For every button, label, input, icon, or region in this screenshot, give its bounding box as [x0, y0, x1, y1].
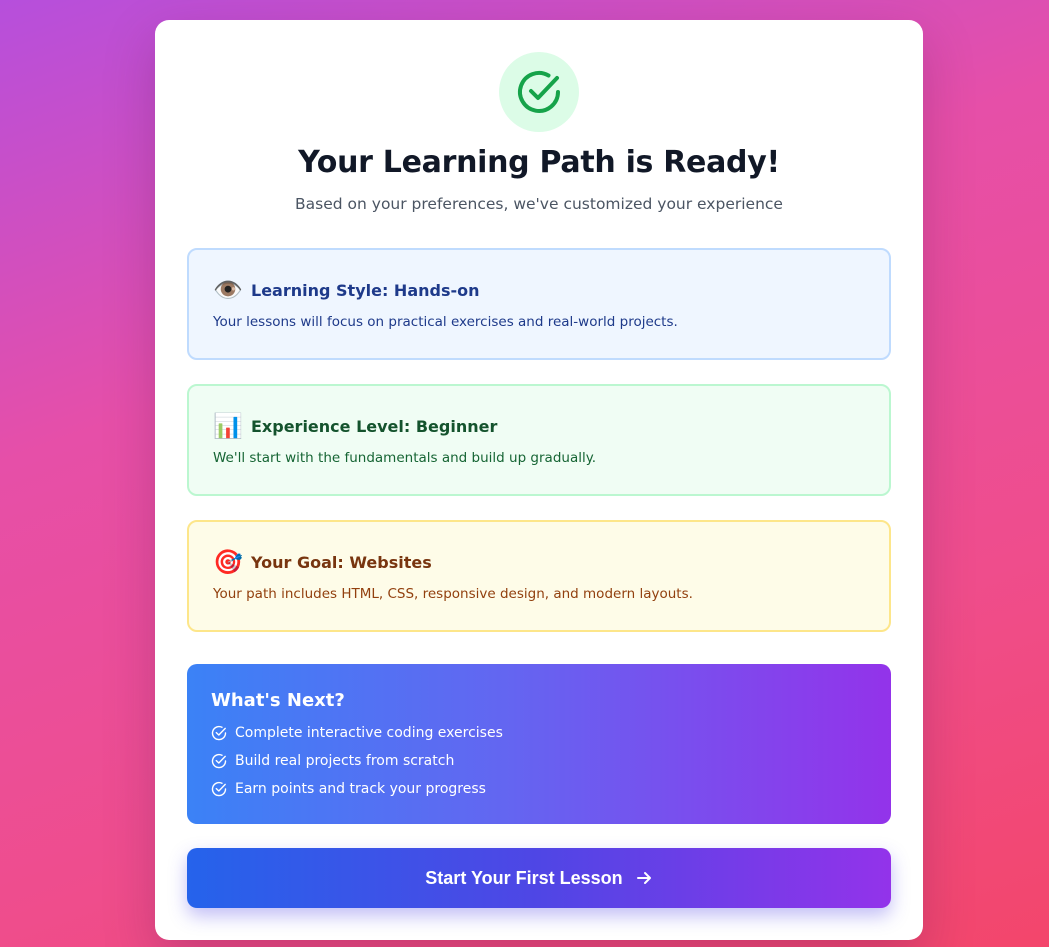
whats-next-item-label: Complete interactive coding exercises: [235, 725, 503, 741]
list-item: Earn points and track your progress: [211, 775, 867, 803]
goal-title: Your Goal: Websites: [251, 552, 432, 572]
goal-description: Your path includes HTML, CSS, responsive…: [213, 586, 693, 602]
check-circle-icon: [211, 725, 227, 741]
whats-next-title: What's Next?: [211, 690, 345, 711]
learning-path-card: Your Learning Path is Ready! Based on yo…: [155, 20, 923, 940]
learning-style-title: Learning Style: Hands-on: [251, 280, 480, 300]
arrow-right-icon: [636, 872, 651, 884]
experience-level-card: 📊 Experience Level: Beginner We'll start…: [187, 384, 891, 496]
page-title: Your Learning Path is Ready!: [298, 145, 780, 180]
whats-next-panel: What's Next? Complete interactive coding…: [187, 664, 891, 824]
goal-card: 🎯 Your Goal: Websites Your path includes…: [187, 520, 891, 632]
success-badge: [499, 52, 579, 132]
experience-level-title: Experience Level: Beginner: [251, 416, 498, 436]
whats-next-item-label: Build real projects from scratch: [235, 753, 455, 769]
eye-icon: 👁️: [213, 276, 243, 304]
list-item: Complete interactive coding exercises: [211, 719, 867, 747]
page-subtitle: Based on your preferences, we've customi…: [295, 195, 783, 213]
list-item: Build real projects from scratch: [211, 747, 867, 775]
learning-style-card: 👁️ Learning Style: Hands-on Your lessons…: [187, 248, 891, 360]
check-circle-icon: [518, 70, 560, 113]
check-circle-icon: [211, 753, 227, 769]
check-circle-icon: [211, 781, 227, 797]
learning-style-description: Your lessons will focus on practical exe…: [213, 314, 678, 330]
start-first-lesson-label: Start Your First Lesson: [425, 867, 623, 888]
start-first-lesson-button[interactable]: Start Your First Lesson: [187, 848, 891, 908]
experience-level-description: We'll start with the fundamentals and bu…: [213, 450, 597, 466]
bar-chart-icon: 📊: [213, 412, 243, 440]
target-icon: 🎯: [213, 548, 243, 576]
whats-next-item-label: Earn points and track your progress: [235, 781, 486, 797]
